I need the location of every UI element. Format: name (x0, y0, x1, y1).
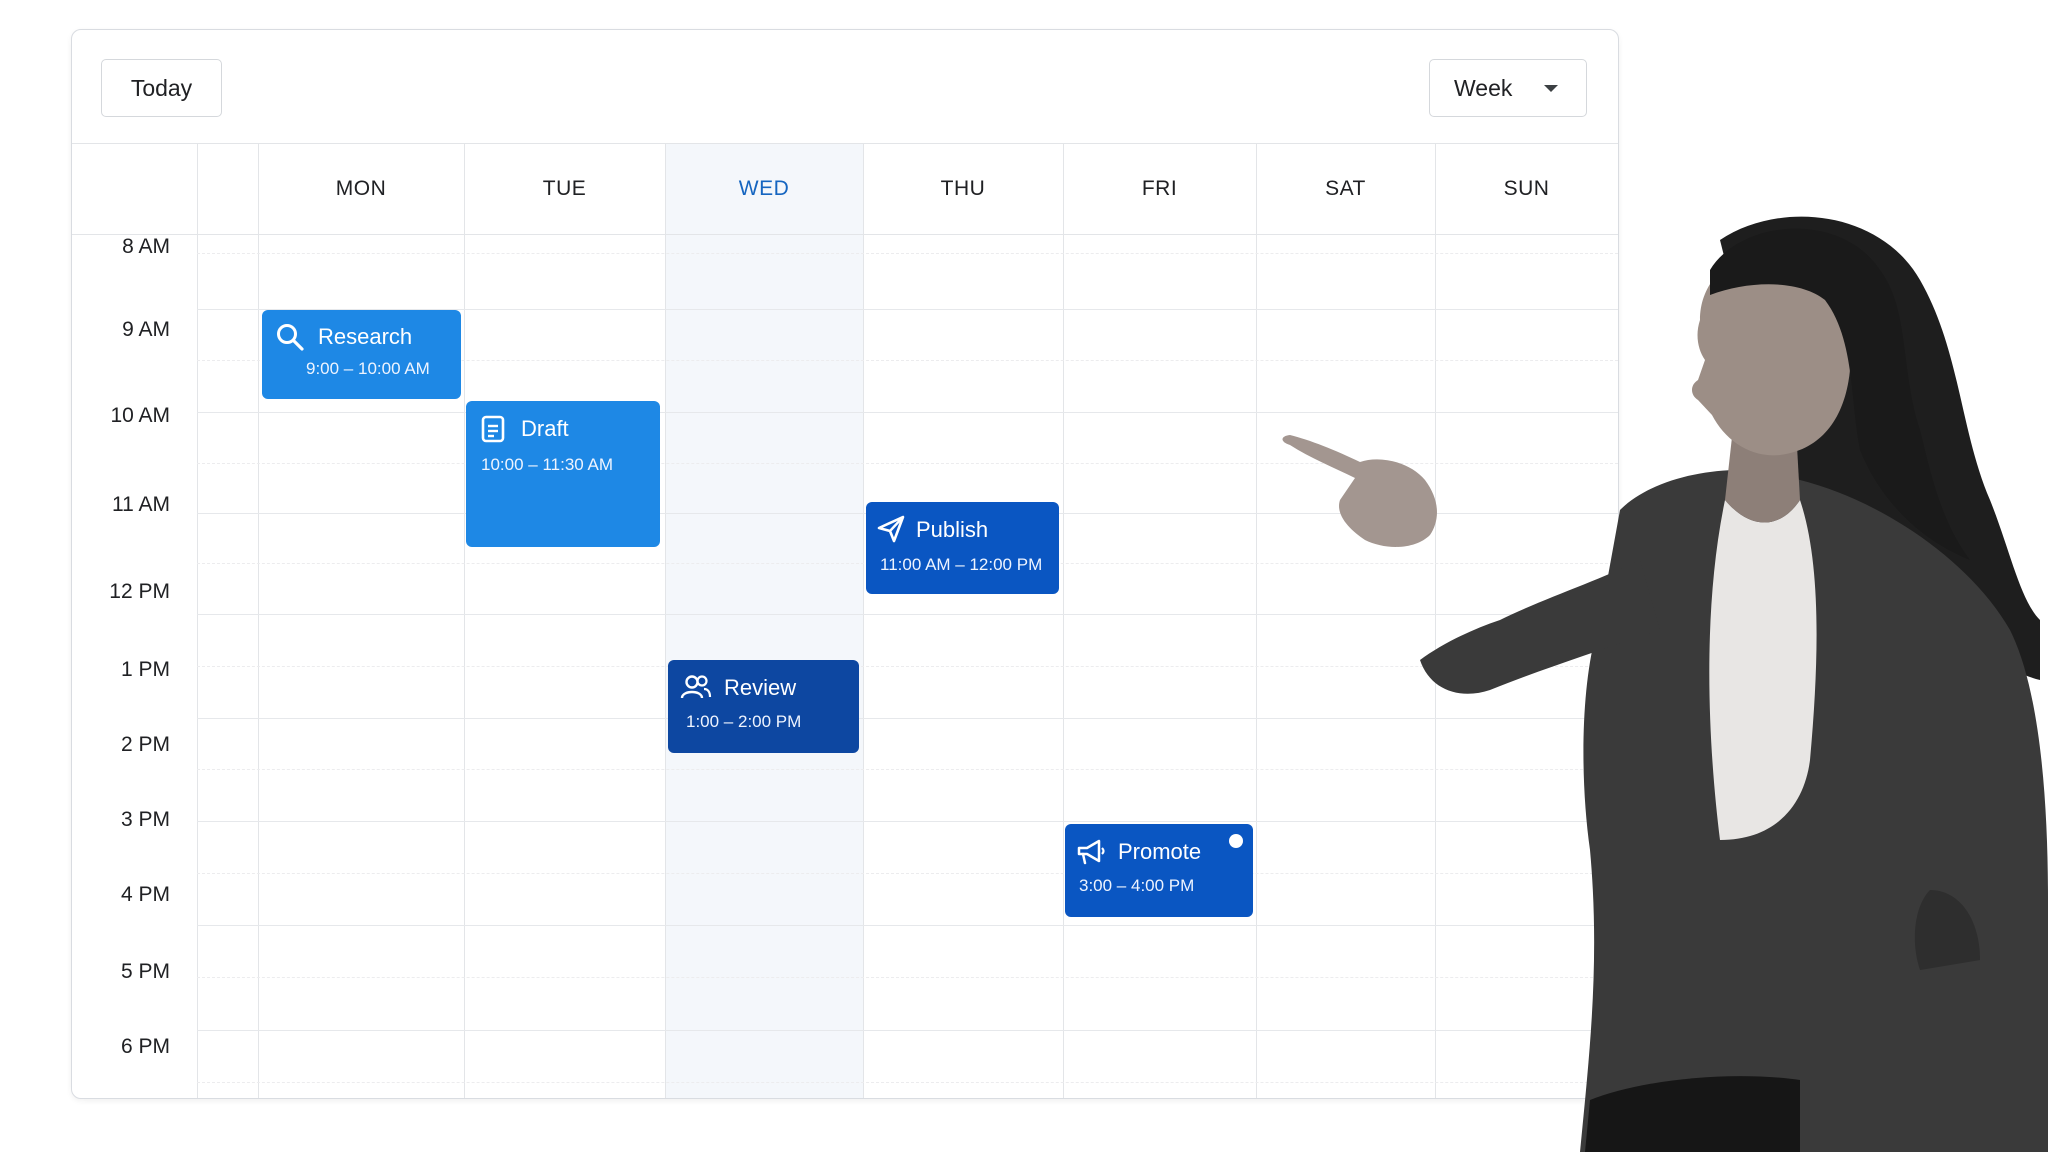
event-time: 3:00 – 4:00 PM (1079, 876, 1195, 895)
time-label: 1 PM (120, 658, 170, 681)
event-title: Draft (521, 416, 569, 441)
time-label: 2 PM (120, 733, 170, 756)
time-label: 6 PM (120, 1035, 170, 1058)
view-select[interactable]: Week (1429, 59, 1587, 117)
event-time: 11:00 AM – 12:00 PM (880, 555, 1043, 574)
day-header-tue[interactable]: TUE (464, 144, 665, 234)
time-label: 11 AM (112, 493, 170, 516)
document-icon (481, 415, 505, 443)
grid-divider (1256, 144, 1257, 1098)
megaphone-icon (1077, 839, 1105, 865)
time-label: 10 AM (110, 404, 170, 427)
event-title: Research (318, 324, 413, 349)
time-label: 8 AM (122, 235, 170, 258)
today-button[interactable]: Today (101, 59, 222, 117)
event-publish[interactable]: Publish 11:00 AM – 12:00 PM (866, 502, 1059, 594)
people-icon (680, 675, 712, 699)
search-icon (277, 324, 304, 351)
time-label: 3 PM (120, 808, 170, 831)
time-label: 9 AM (122, 318, 170, 341)
notification-dot (1229, 834, 1243, 848)
grid-divider (197, 144, 198, 1098)
grid-divider (258, 144, 259, 1098)
day-header-fri[interactable]: FRI (1063, 144, 1256, 234)
event-time: 10:00 – 11:30 AM (481, 455, 614, 474)
grid-divider (665, 144, 666, 1098)
time-label: 5 PM (120, 960, 170, 983)
day-header-thu[interactable]: THU (863, 144, 1063, 234)
calendar-toolbar: Today Week (72, 30, 1618, 144)
event-time: 1:00 – 2:00 PM (686, 712, 802, 731)
day-header-wed[interactable]: WED (665, 144, 863, 234)
presenter-photo (1282, 216, 2048, 1152)
event-research[interactable]: Research 9:00 – 10:00 AM (262, 310, 461, 399)
send-icon (877, 515, 905, 543)
event-title: Review (724, 675, 797, 700)
event-time: 9:00 – 10:00 AM (306, 359, 430, 378)
grid-divider (863, 144, 864, 1098)
grid-divider (1063, 144, 1064, 1098)
event-title: Promote (1118, 839, 1202, 864)
time-label: 12 PM (109, 580, 170, 603)
time-label: 4 PM (120, 883, 170, 906)
grid-divider (464, 144, 465, 1098)
event-review[interactable]: Review 1:00 – 2:00 PM (668, 660, 859, 753)
day-header-mon[interactable]: MON (258, 144, 464, 234)
chevron-down-icon (1544, 85, 1558, 92)
event-title: Publish (916, 517, 989, 542)
event-draft[interactable]: Draft 10:00 – 11:30 AM (466, 401, 660, 547)
event-promote[interactable]: Promote 3:00 – 4:00 PM (1065, 824, 1253, 917)
view-select-label: Week (1454, 74, 1513, 101)
